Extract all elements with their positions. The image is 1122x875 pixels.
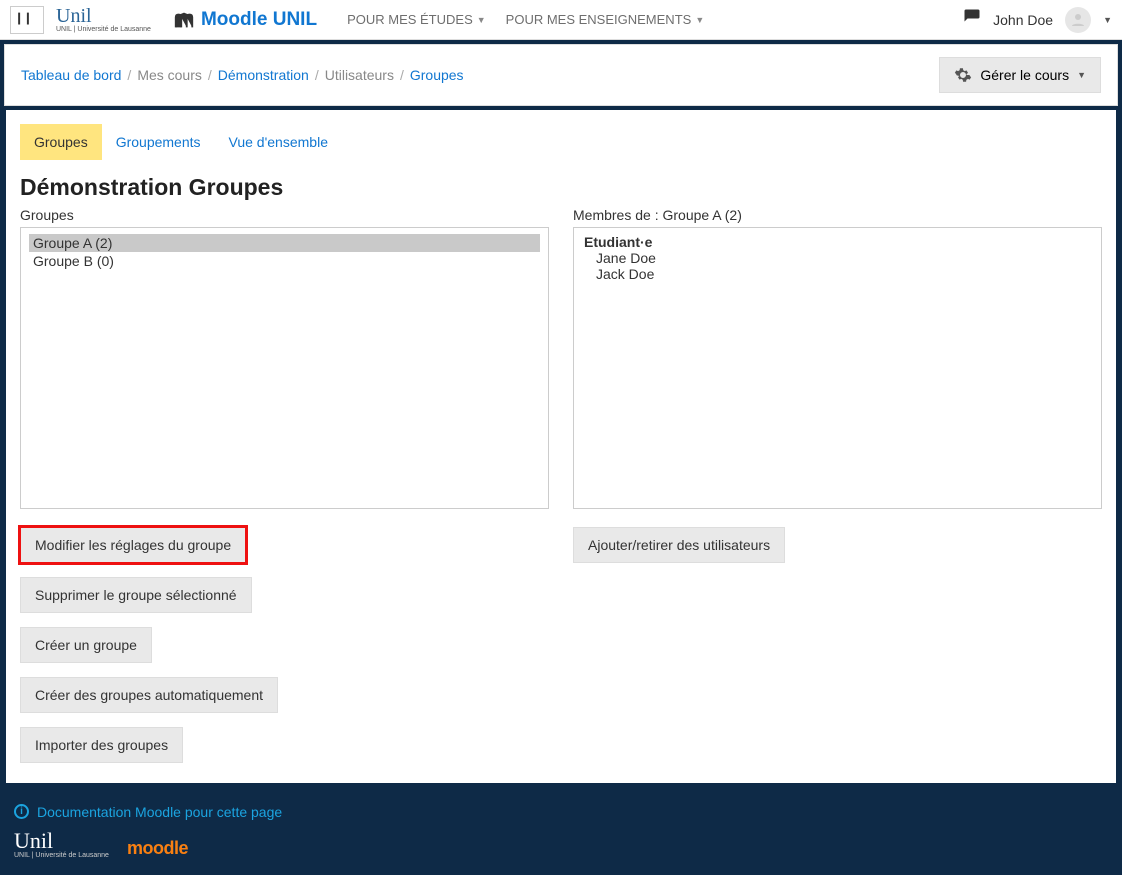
nav-etudes-label: POUR MES ÉTUDES <box>347 12 473 27</box>
doc-link-label: Documentation Moodle pour cette page <box>37 804 282 820</box>
nav-enseignements-label: POUR MES ENSEIGNEMENTS <box>506 12 692 27</box>
moodle-footer-logo[interactable]: moodle <box>127 838 188 859</box>
footer-logos: Unil UNIL | Université de Lausanne moodl… <box>14 830 1108 859</box>
footer: i Documentation Moodle pour cette page U… <box>0 789 1122 875</box>
caret-down-icon: ▼ <box>695 15 704 25</box>
tabs: Groupes Groupements Vue d'ensemble <box>20 124 1102 160</box>
members-listbox[interactable]: Etudiant·e Jane Doe Jack Doe <box>573 227 1102 509</box>
menu-toggle-button[interactable]: ▎▎ <box>10 6 44 34</box>
brand-link[interactable]: Moodle UNIL <box>173 9 317 31</box>
unil-script-text: Unil <box>56 6 151 26</box>
unil-footer-logo[interactable]: Unil UNIL | Université de Lausanne <box>14 830 109 859</box>
manage-course-label: Gérer le cours <box>980 67 1069 83</box>
members-label: Membres de : Groupe A (2) <box>573 207 1102 223</box>
moodle-icon <box>173 9 195 31</box>
unil-logo[interactable]: Unil UNIL | Université de Lausanne <box>56 6 151 33</box>
import-groups-button[interactable]: Importer des groupes <box>20 727 183 763</box>
user-menu-caret-icon[interactable]: ▼ <box>1103 15 1112 25</box>
groups-column: Groupes Groupe A (2) Groupe B (0) Modifi… <box>20 207 549 763</box>
page-title: Démonstration Groupes <box>20 174 1102 201</box>
topbar: ▎▎ Unil UNIL | Université de Lausanne Mo… <box>0 0 1122 40</box>
members-role: Etudiant·e <box>582 234 1093 250</box>
crumb-dashboard[interactable]: Tableau de bord <box>21 67 121 83</box>
add-remove-users-button[interactable]: Ajouter/retirer des utilisateurs <box>573 527 785 563</box>
avatar-icon[interactable] <box>1065 7 1091 33</box>
crumb-groups[interactable]: Groupes <box>410 67 464 83</box>
members-buttons: Ajouter/retirer des utilisateurs <box>573 527 1102 563</box>
crumb-sep: / <box>127 67 131 83</box>
tab-groupes[interactable]: Groupes <box>20 124 102 160</box>
crumb-sep: / <box>208 67 212 83</box>
user-name[interactable]: John Doe <box>993 12 1053 28</box>
caret-down-icon: ▼ <box>477 15 486 25</box>
crumb-sep: / <box>400 67 404 83</box>
group-item[interactable]: Groupe A (2) <box>29 234 540 252</box>
info-icon: i <box>14 804 29 819</box>
gear-icon <box>954 66 972 84</box>
breadcrumb-row: Tableau de bord / Mes cours / Démonstrat… <box>5 45 1117 105</box>
members-column: Membres de : Groupe A (2) Etudiant·e Jan… <box>573 207 1102 763</box>
groups-buttons: Modifier les réglages du groupe Supprime… <box>20 527 549 763</box>
groups-label: Groupes <box>20 207 549 223</box>
topbar-right: John Doe ▼ <box>963 7 1112 33</box>
crumb-sep: / <box>315 67 319 83</box>
member-item[interactable]: Jack Doe <box>582 266 1093 282</box>
manage-course-button[interactable]: Gérer le cours ▼ <box>939 57 1101 93</box>
caret-down-icon: ▼ <box>1077 70 1086 80</box>
member-item[interactable]: Jane Doe <box>582 250 1093 266</box>
breadcrumb: Tableau de bord / Mes cours / Démonstrat… <box>21 67 464 83</box>
groups-listbox[interactable]: Groupe A (2) Groupe B (0) <box>20 227 549 509</box>
tab-groupements[interactable]: Groupements <box>102 124 215 160</box>
edit-group-button[interactable]: Modifier les réglages du groupe <box>20 527 246 563</box>
auto-create-groups-button[interactable]: Créer des groupes automatiquement <box>20 677 278 713</box>
crumb-mescours: Mes cours <box>137 67 202 83</box>
crumb-demo[interactable]: Démonstration <box>218 67 309 83</box>
nav-enseignements[interactable]: POUR MES ENSEIGNEMENTS▼ <box>506 12 705 27</box>
create-group-button[interactable]: Créer un groupe <box>20 627 152 663</box>
unil-subtext: UNIL | Université de Lausanne <box>56 26 151 33</box>
tab-vuedensemble[interactable]: Vue d'ensemble <box>215 124 342 160</box>
delete-group-button[interactable]: Supprimer le groupe sélectionné <box>20 577 252 613</box>
chat-icon[interactable] <box>963 8 981 31</box>
group-item[interactable]: Groupe B (0) <box>29 252 540 270</box>
doc-link[interactable]: i Documentation Moodle pour cette page <box>14 804 282 820</box>
nav-top: POUR MES ÉTUDES▼ POUR MES ENSEIGNEMENTS▼ <box>347 12 704 27</box>
brand-text: Moodle UNIL <box>201 9 317 31</box>
crumb-users: Utilisateurs <box>325 67 394 83</box>
nav-etudes[interactable]: POUR MES ÉTUDES ▼ <box>347 12 486 27</box>
